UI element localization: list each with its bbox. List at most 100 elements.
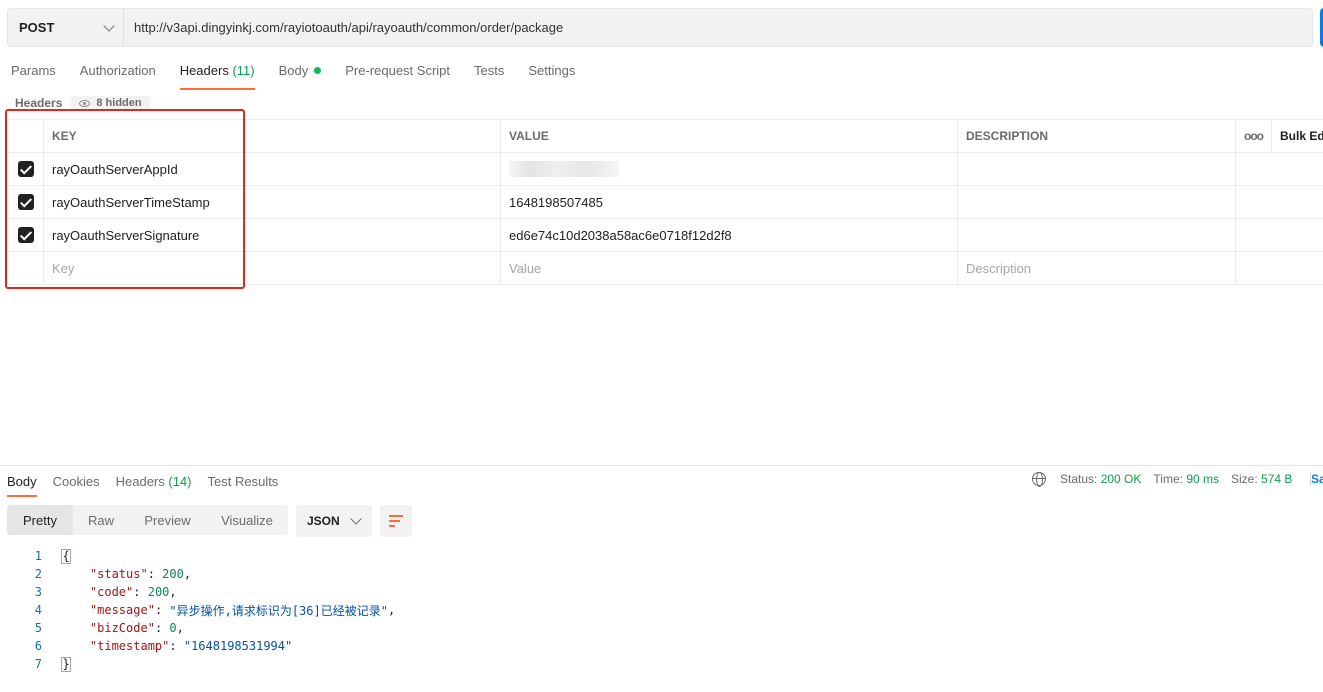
response-status-area: Status: 200 OK Time: 90 ms Size: 574 B xyxy=(1032,472,1304,487)
description-column-header: DESCRIPTION xyxy=(957,119,1236,153)
key-cell[interactable]: rayOauthServerAppId xyxy=(43,152,501,186)
format-select[interactable]: JSON xyxy=(296,505,372,537)
code-line: 5 "bizCode": 0, xyxy=(0,619,395,637)
tab-label: Headers xyxy=(115,474,165,489)
description-placeholder[interactable]: Description xyxy=(957,251,1236,285)
view-mode-group: Pretty Raw Preview Visualize xyxy=(7,505,288,535)
value-cell[interactable] xyxy=(500,152,958,186)
status-value: 200 OK xyxy=(1100,472,1142,486)
row-checkbox-cell xyxy=(7,185,44,219)
tab-count: (14) xyxy=(168,474,192,489)
url-input[interactable]: http://v3api.dingyinkj.com/rayiotoauth/a… xyxy=(124,20,563,35)
row-checkbox-cell xyxy=(7,152,44,186)
json-value: "1648198531994" xyxy=(183,639,293,653)
tab-body[interactable]: Body xyxy=(279,58,322,88)
checkbox-column-header xyxy=(7,119,44,153)
row-checkbox[interactable] xyxy=(17,227,34,244)
more-options-icon[interactable]: ooo xyxy=(1235,119,1272,153)
code-line: 4 "message": "异步操作,请求标识为[36]已经被记录", xyxy=(0,601,395,619)
bulk-edit-button[interactable]: Bulk Edit xyxy=(1271,119,1323,153)
format-label: JSON xyxy=(307,514,340,528)
description-cell[interactable] xyxy=(957,218,1236,252)
headers-title: Headers xyxy=(15,96,63,110)
tab-label: Tests xyxy=(474,63,505,78)
row-extra-cell xyxy=(1235,218,1323,252)
table-row-empty: Key Value Description xyxy=(7,251,1323,285)
tab-headers[interactable]: Headers (11) xyxy=(179,58,255,90)
response-tab-test-results[interactable]: Test Results xyxy=(208,470,279,493)
status-stat[interactable]: Status: 200 OK xyxy=(1060,472,1141,486)
key-column-header: KEY xyxy=(43,119,501,153)
response-tab-headers[interactable]: Headers (14) xyxy=(116,470,192,493)
table-header-row: KEY VALUE DESCRIPTION ooo Bulk Edit xyxy=(7,119,1323,153)
redacted-value xyxy=(509,161,619,178)
view-visualize-button[interactable]: Visualize xyxy=(206,505,288,535)
tab-authorization[interactable]: Authorization xyxy=(80,58,156,88)
key-cell[interactable]: rayOauthServerTimeStamp xyxy=(43,185,501,219)
hidden-headers-toggle[interactable]: 8 hidden xyxy=(71,96,150,110)
key-placeholder[interactable]: Key xyxy=(43,251,501,285)
size-value: 574 B xyxy=(1261,472,1293,486)
json-key: "message" xyxy=(89,603,155,617)
row-extra-cell xyxy=(1235,251,1323,285)
time-stat[interactable]: Time: 90 ms xyxy=(1153,472,1219,486)
json-brace: { xyxy=(61,548,72,564)
headers-table: KEY VALUE DESCRIPTION ooo Bulk Edit rayO… xyxy=(7,119,1323,285)
wrap-lines-button[interactable] xyxy=(380,505,412,537)
view-raw-button[interactable]: Raw xyxy=(73,505,129,535)
value-cell[interactable]: ed6e74c10d2038a58ac6e0718f12d2f8 xyxy=(500,218,958,252)
method-select[interactable]: POST xyxy=(8,9,124,46)
response-tab-cookies[interactable]: Cookies xyxy=(53,470,100,493)
hidden-count: 8 hidden xyxy=(96,97,142,109)
tab-settings[interactable]: Settings xyxy=(528,58,575,88)
table-row: rayOauthServerTimeStamp 1648198507485 xyxy=(7,185,1323,219)
code-line: 6 "timestamp": "1648198531994" xyxy=(0,637,395,655)
description-cell[interactable] xyxy=(957,152,1236,186)
size-stat[interactable]: Size: 574 B xyxy=(1231,472,1292,486)
tab-label: Pre-request Script xyxy=(345,63,451,78)
json-key: "status" xyxy=(89,567,148,581)
time-label: Time: xyxy=(1153,472,1183,486)
response-tabs: Body Cookies Headers (14) Test Results xyxy=(0,470,294,497)
row-checkbox[interactable] xyxy=(17,161,34,178)
value-cell[interactable]: 1648198507485 xyxy=(500,185,958,219)
eye-icon xyxy=(79,99,91,107)
line-number: 1 xyxy=(34,549,42,563)
save-response-button[interactable]: Sa xyxy=(1310,472,1323,486)
table-row: rayOauthServerSignature ed6e74c10d2038a5… xyxy=(7,218,1323,252)
tab-label: Cookies xyxy=(52,474,100,489)
description-cell[interactable] xyxy=(957,185,1236,219)
json-brace: } xyxy=(61,656,72,672)
globe-icon[interactable] xyxy=(1032,472,1046,487)
value-column-header: VALUE xyxy=(500,119,958,153)
value-placeholder[interactable]: Value xyxy=(500,251,958,285)
method-label: POST xyxy=(19,20,55,35)
json-key: "code" xyxy=(89,585,134,599)
code-line: 3 "code": 200, xyxy=(0,583,395,601)
json-value: 200 xyxy=(162,567,184,581)
row-checkbox[interactable] xyxy=(17,194,34,211)
line-number: 5 xyxy=(34,621,42,635)
tab-label: Headers xyxy=(179,63,229,78)
tab-label: Authorization xyxy=(79,63,156,78)
line-number: 7 xyxy=(34,657,42,671)
pane-divider[interactable] xyxy=(0,465,1323,466)
code-line: 7} xyxy=(0,655,395,673)
tab-label: Settings xyxy=(528,63,576,78)
row-extra-cell xyxy=(1235,185,1323,219)
tab-params[interactable]: Params xyxy=(11,58,56,88)
body-indicator-icon xyxy=(314,67,322,74)
json-value: 0 xyxy=(169,621,177,635)
view-pretty-button[interactable]: Pretty xyxy=(7,505,73,535)
chevron-down-icon xyxy=(350,513,362,525)
key-cell[interactable]: rayOauthServerSignature xyxy=(43,218,501,252)
tab-pre-request-script[interactable]: Pre-request Script xyxy=(345,58,450,88)
line-number: 6 xyxy=(34,639,42,653)
response-tab-body[interactable]: Body xyxy=(7,470,37,497)
time-value: 90 ms xyxy=(1186,472,1219,486)
response-body-editor[interactable]: 1{ 2 "status": 200, 3 "code": 200, 4 "me… xyxy=(0,547,395,673)
view-preview-button[interactable]: Preview xyxy=(129,505,206,535)
row-checkbox-cell xyxy=(7,251,44,285)
tab-label: Test Results xyxy=(207,474,279,489)
tab-tests[interactable]: Tests xyxy=(474,58,504,88)
